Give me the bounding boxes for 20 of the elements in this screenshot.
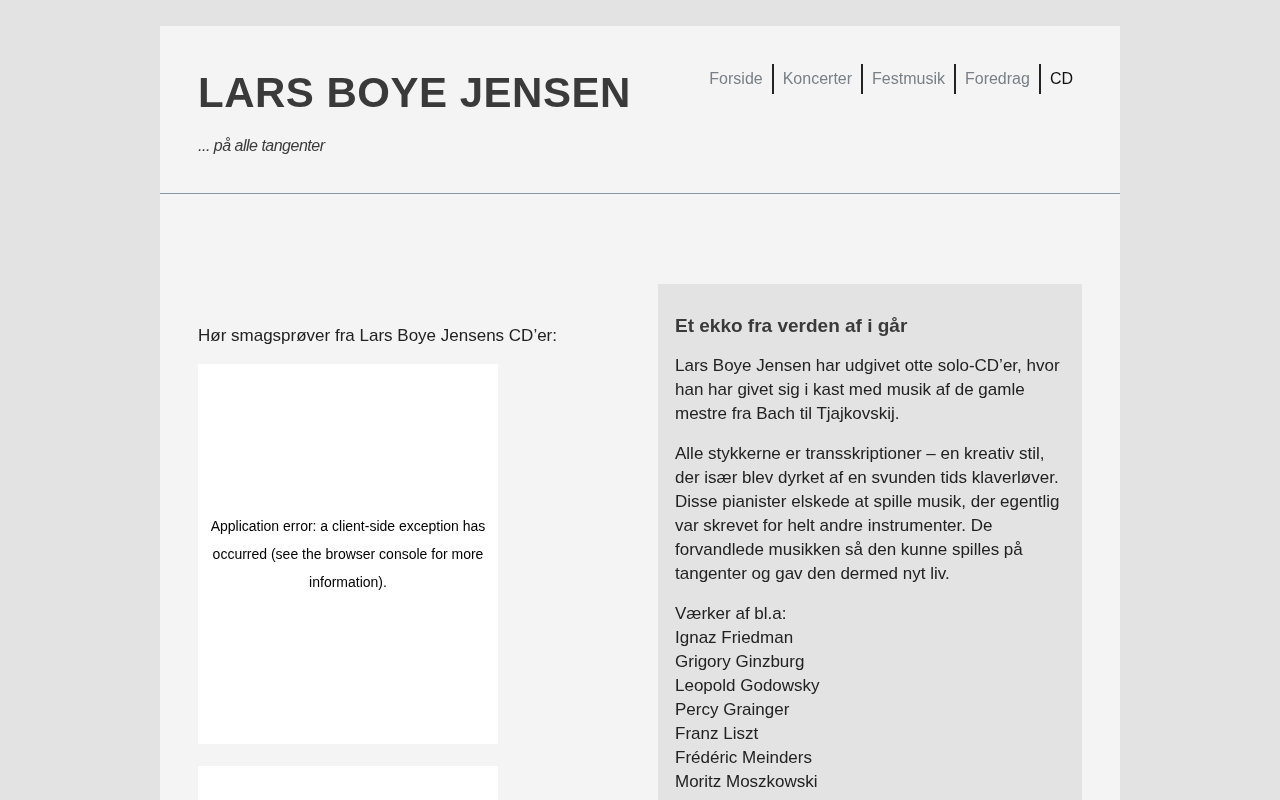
- composer-name: Percy Grainger: [675, 699, 791, 721]
- nav-link[interactable]: CD: [1040, 64, 1082, 94]
- nav-link[interactable]: Koncerter: [773, 64, 864, 94]
- composer-name: Moritz Moszkowski: [675, 771, 819, 793]
- composer-name: Leopold Godowsky: [675, 675, 821, 697]
- panel-heading: Et ekko fra verden af i går: [675, 314, 909, 338]
- site-title: LARS BOYE JENSEN: [198, 68, 631, 118]
- composer-name: Franz Liszt: [675, 723, 760, 745]
- composer-name: Grigory Ginzburg: [675, 651, 806, 673]
- paragraph: Alle stykkerne er transskriptioner – en kreativ stil, der især blev dyrket af en svunden tids klaverløver. Disse pianister elskede at spille musik, der egentlig var skrevet for helt andre instrumenter. De forvandlede musikken så den kunne spilles på tangenter og gav den dermed nyt liv.: [675, 443, 1061, 585]
- error-message: Application error: a client-side exception has occurred (see the browser console for more information).: [210, 517, 486, 592]
- nav-link[interactable]: Festmusik: [863, 64, 956, 94]
- composer-name: Frédéric Meinders: [675, 747, 813, 769]
- nav-link[interactable]: Forside: [700, 64, 774, 94]
- nav-link[interactable]: Foredrag: [955, 64, 1041, 94]
- composer-name: Ignaz Friedman: [675, 627, 795, 649]
- paragraph: Lars Boye Jensen har udgivet otte solo-CD’er, hvor han har givet sig i kast med musik af de gamle mestre fra Bach til Tjajkovskij.: [675, 355, 1061, 425]
- tagline: ... på alle tangenter: [198, 136, 327, 156]
- intro-text: Hør smagsprøver fra Lars Boye Jensens CD’er:: [198, 325, 558, 347]
- list-heading: Værker af bl.a:: [675, 603, 788, 625]
